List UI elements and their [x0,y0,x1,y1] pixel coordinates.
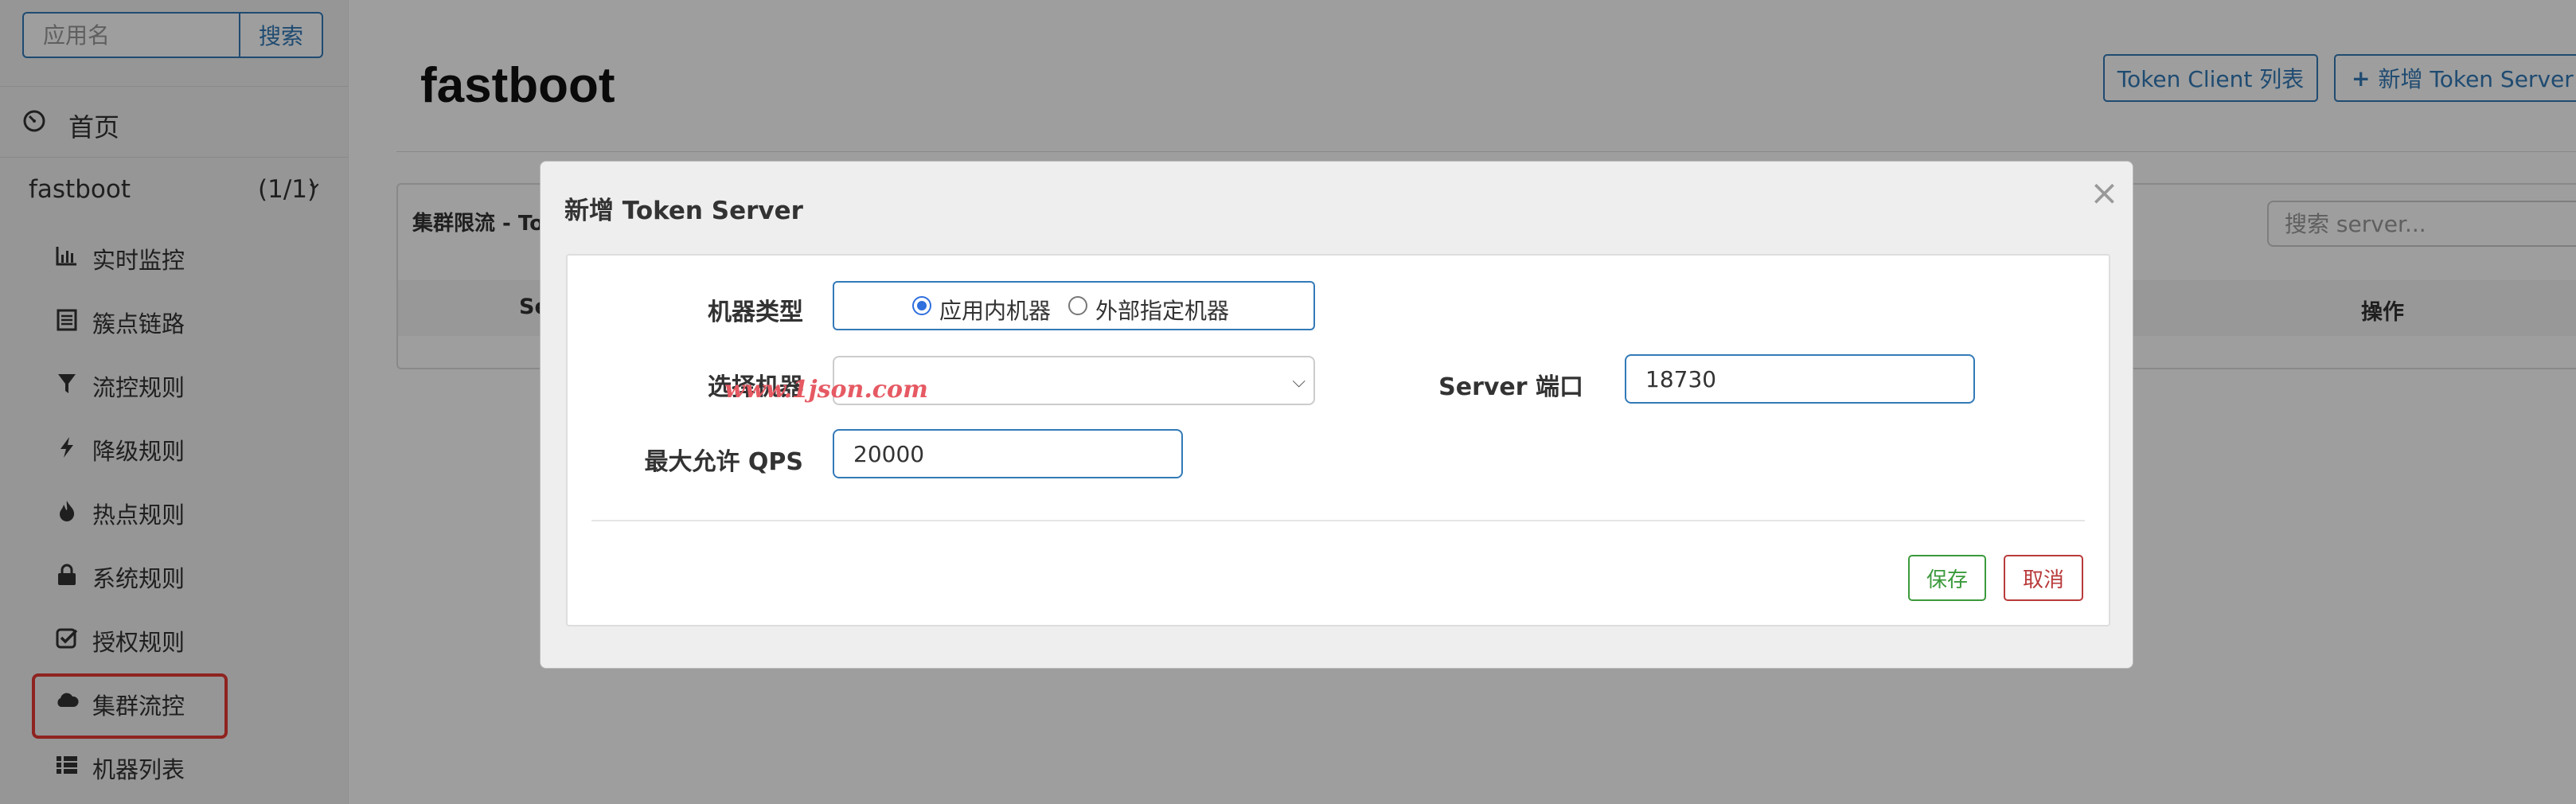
max-qps-label: 最大允许 QPS [644,448,803,476]
modal-form: 机器类型 应用内机器 外部指定机器 选择机器 ⌵ Server 端口 最大允许 … [566,254,2110,626]
cancel-button[interactable]: 取消 [2004,555,2083,601]
server-port-label: Server 端口 [1438,373,1583,401]
modal-title: 新增 Token Server [564,197,803,225]
save-button[interactable]: 保存 [1908,555,1986,601]
machine-type-radio-group: 应用内机器 外部指定机器 [833,281,1315,330]
radio-in-app-machine[interactable] [912,296,931,315]
watermark-text: www.1json.com [724,376,928,404]
chevron-down-icon: ⌵ [1292,372,1306,392]
machine-type-label: 机器类型 [708,299,803,326]
close-icon[interactable]: × [2090,173,2119,213]
radio-external-machine[interactable] [1068,296,1087,315]
add-token-server-modal: 新增 Token Server × 机器类型 应用内机器 外部指定机器 选择机器… [540,161,2133,669]
radio-in-app-label: 应用内机器 [939,298,1052,324]
radio-external-label: 外部指定机器 [1095,298,1230,324]
max-qps-input[interactable] [833,429,1183,478]
modal-divider [591,520,2085,521]
server-port-input[interactable] [1625,354,1975,404]
